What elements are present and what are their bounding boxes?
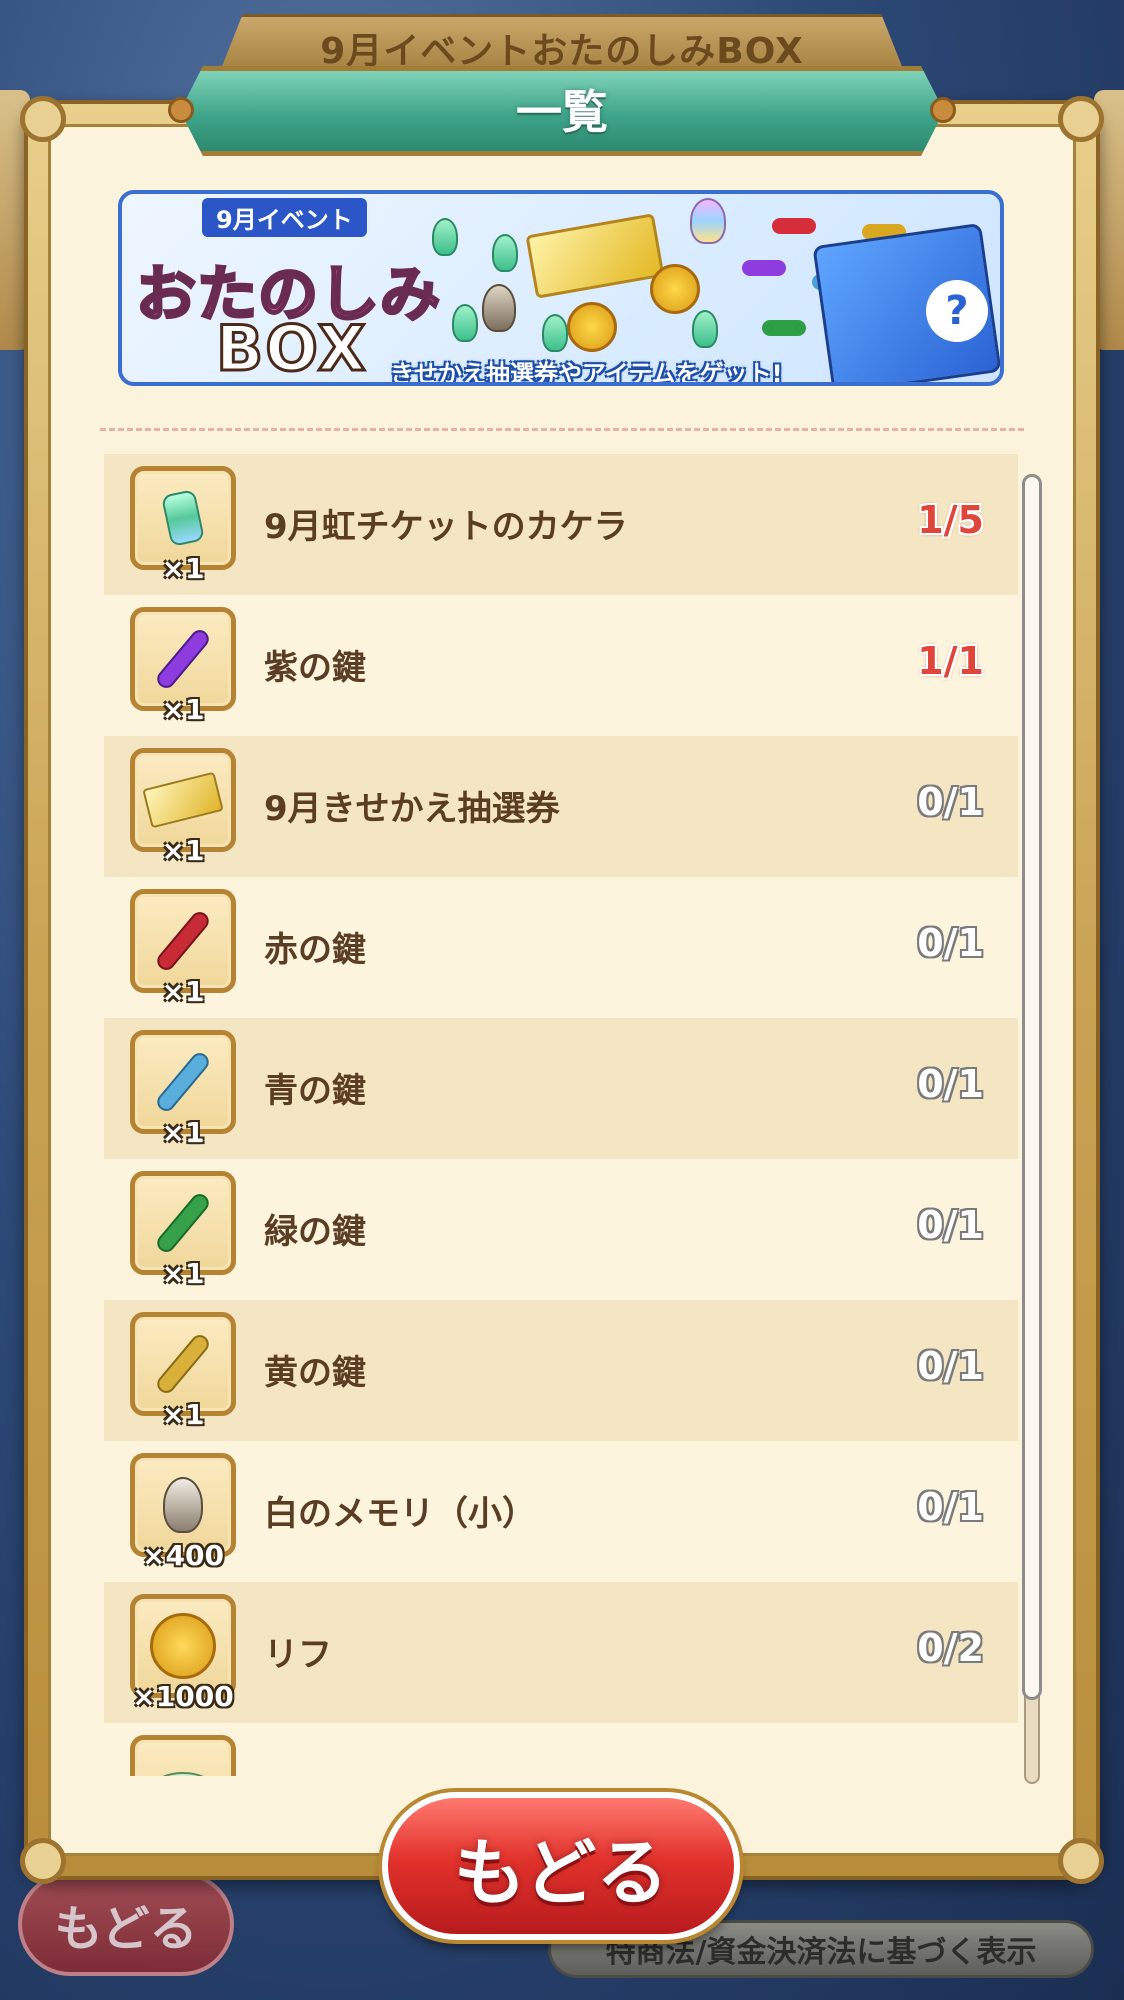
item-quantity: ×1 bbox=[161, 1398, 205, 1431]
banner-event-tag: 9月イベント bbox=[202, 198, 367, 237]
red-key-icon bbox=[153, 908, 213, 974]
item-name: 黄の鍵 bbox=[264, 1353, 366, 1393]
item-count: 0/1 bbox=[917, 1344, 984, 1388]
item-count: 0/1 bbox=[917, 921, 984, 965]
list-item[interactable]: ×400 白のメモリ（小） 0/1 bbox=[104, 1441, 1018, 1582]
item-quantity: ×1 bbox=[161, 834, 205, 867]
back-button-label: もどる bbox=[453, 1830, 669, 1915]
item-count: 0/1 bbox=[917, 780, 984, 824]
gold-ticket-icon bbox=[525, 213, 665, 299]
rif-coin-icon bbox=[150, 1613, 216, 1679]
ticket-fragment-icon bbox=[160, 489, 206, 547]
red-key-icon bbox=[772, 218, 816, 234]
coin-icon bbox=[650, 264, 700, 314]
ticket-fragment-icon bbox=[492, 234, 518, 272]
list-item[interactable]: ×1 青の鍵 0/1 bbox=[104, 1018, 1018, 1159]
ticket-fragment-icon bbox=[452, 304, 478, 342]
coin-icon bbox=[567, 302, 617, 352]
list-item[interactable]: ×1000 リフ 0/2 bbox=[104, 1582, 1018, 1723]
item-name: 白のメモリ（小） bbox=[264, 1494, 536, 1534]
frame-corner-ornament bbox=[1058, 96, 1104, 142]
back-button[interactable]: もどる bbox=[382, 1792, 740, 1940]
item-count: 0/1 bbox=[917, 1485, 984, 1529]
banner-logo-box-text: BOX bbox=[215, 311, 368, 385]
item-name: 青の鍵 bbox=[264, 1071, 366, 1111]
item-count: 0/2 bbox=[917, 1626, 984, 1670]
list-item[interactable]: ×1 緑の鍵 0/1 bbox=[104, 1159, 1018, 1300]
item-icon-frame bbox=[130, 1735, 236, 1776]
item-quantity: ×1000 bbox=[132, 1680, 234, 1713]
item-count: 1/1 bbox=[917, 639, 984, 683]
banner-caption: きせかえ抽選券やアイテムをゲット! bbox=[390, 360, 783, 386]
list-item[interactable]: ×1 9月虹チケットのカケラ 1/5 bbox=[104, 454, 1018, 595]
item-name: 9月きせかえ抽選券 bbox=[264, 789, 560, 829]
item-name: 緑の鍵 bbox=[264, 1212, 366, 1252]
frame-corner-ornament bbox=[20, 96, 66, 142]
purple-key-icon bbox=[153, 626, 213, 692]
dashed-divider bbox=[100, 428, 1024, 431]
item-count: 0/1 bbox=[917, 1062, 984, 1106]
item-quantity: ×1 bbox=[161, 975, 205, 1008]
yellow-key-icon bbox=[153, 1331, 213, 1397]
frame-corner-ornament bbox=[20, 1838, 66, 1884]
blue-key-icon bbox=[153, 1049, 213, 1115]
green-key-icon bbox=[153, 1190, 213, 1256]
item-quantity: ×1 bbox=[161, 552, 205, 585]
scrollbar-thumb[interactable] bbox=[1022, 474, 1042, 1700]
white-memory-icon bbox=[482, 284, 516, 332]
partial-item-icon bbox=[153, 1772, 213, 1776]
item-quantity: ×1 bbox=[161, 693, 205, 726]
background-back-button: もどる bbox=[18, 1872, 234, 1976]
list-item[interactable] bbox=[104, 1723, 1018, 1776]
item-quantity: ×400 bbox=[142, 1539, 224, 1572]
frame-corner-ornament bbox=[1058, 1838, 1104, 1884]
item-name: 紫の鍵 bbox=[264, 648, 366, 688]
event-banner: 9月イベント おたのしみ BOX ? きせかえ抽選券やアイテムをゲット! bbox=[118, 190, 1004, 386]
question-mark-icon: ? bbox=[926, 280, 988, 342]
list-item[interactable]: ×1 赤の鍵 0/1 bbox=[104, 877, 1018, 1018]
item-count: 0/1 bbox=[917, 1203, 984, 1247]
item-count: 1/5 bbox=[917, 498, 984, 542]
ticket-fragment-icon bbox=[542, 314, 568, 352]
item-name: リフ bbox=[264, 1635, 332, 1675]
item-name: 9月虹チケットのカケラ bbox=[264, 507, 628, 547]
ticket-fragment-icon bbox=[432, 218, 458, 256]
green-key-icon bbox=[762, 320, 806, 336]
list-item[interactable]: ×1 黄の鍵 0/1 bbox=[104, 1300, 1018, 1441]
list-item[interactable]: ×1 紫の鍵 1/1 bbox=[104, 595, 1018, 736]
item-quantity: ×1 bbox=[161, 1257, 205, 1290]
gold-ticket-icon bbox=[142, 771, 224, 829]
dialog-title: 一覧 bbox=[516, 85, 608, 139]
item-quantity: ×1 bbox=[161, 1116, 205, 1149]
ticket-fragment-icon bbox=[692, 310, 718, 348]
item-name: 赤の鍵 bbox=[264, 930, 366, 970]
item-list[interactable]: ×1 9月虹チケットのカケラ 1/5 ×1 紫の鍵 1/1 ×1 9月きせかえ抽選券 0/1 ×1… bbox=[104, 454, 1018, 1776]
list-item[interactable]: ×1 9月きせかえ抽選券 0/1 bbox=[104, 736, 1018, 877]
purple-key-icon bbox=[742, 260, 786, 276]
white-memory-icon bbox=[163, 1477, 203, 1533]
rainbow-drop-icon bbox=[690, 198, 726, 244]
